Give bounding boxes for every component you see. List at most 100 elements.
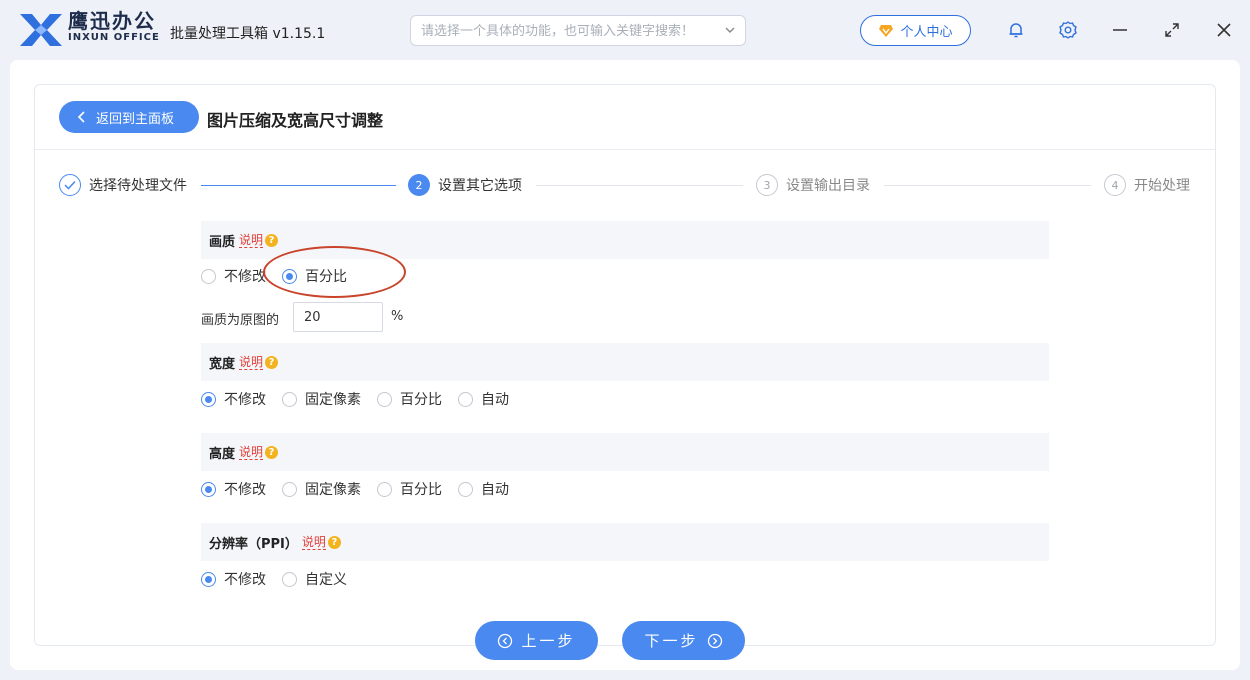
next-step-button[interactable]: 下一步 [622, 621, 745, 660]
radio-button-selected[interactable] [201, 481, 216, 497]
step-1: 选择待处理文件 [59, 174, 187, 196]
height-option-fixed-pixels[interactable]: 固定像素 [282, 479, 361, 499]
quality-unit: % [391, 309, 404, 324]
option-label: 固定像素 [305, 482, 361, 498]
user-center-button[interactable]: 个人中心 [860, 15, 971, 46]
radio-button[interactable] [458, 391, 473, 407]
height-options: 不修改 固定像素 百分比 自动 [201, 479, 525, 499]
step-3-number: 3 [756, 174, 778, 196]
height-option-auto[interactable]: 自动 [458, 479, 509, 499]
height-option-percent[interactable]: 百分比 [377, 479, 442, 499]
quality-heading: 画质 [209, 234, 236, 250]
check-icon [59, 174, 81, 196]
ppi-explain-link[interactable]: 说明 [301, 535, 326, 550]
width-option-unchanged[interactable]: 不修改 [201, 389, 266, 409]
radio-button-selected[interactable] [282, 268, 297, 284]
close-icon[interactable] [1214, 20, 1234, 40]
page-title: 图片压缩及宽高尺寸调整 [207, 111, 384, 130]
step-2: 2 设置其它选项 [408, 174, 522, 196]
quality-option-unchanged[interactable]: 不修改 [201, 266, 266, 286]
quality-options: 不修改 百分比 [201, 266, 363, 286]
step-3-label: 设置输出目录 [786, 178, 870, 194]
previous-step-label: 上一步 [521, 632, 576, 650]
radio-button[interactable] [282, 481, 297, 497]
quality-percent-input[interactable] [293, 302, 383, 332]
help-icon[interactable]: ? [265, 355, 279, 369]
brand: 鹰迅办公 INXUN OFFICE [68, 10, 160, 44]
minimize-icon[interactable] [1110, 20, 1130, 40]
step-connector [884, 185, 1091, 186]
back-to-dashboard-button[interactable]: 返回到主面板 [59, 101, 199, 133]
width-option-auto[interactable]: 自动 [458, 389, 509, 409]
height-section-header: 高度 说明 ? [201, 433, 1049, 471]
step-2-number: 2 [408, 174, 430, 196]
radio-button[interactable] [201, 268, 216, 284]
radio-button[interactable] [282, 571, 297, 587]
option-label: 百分比 [305, 269, 347, 285]
step-2-label: 设置其它选项 [438, 178, 522, 194]
app-title: 批量处理工具箱 v1.15.1 [170, 26, 326, 42]
step-4-label: 开始处理 [1134, 178, 1190, 194]
height-explain-link[interactable]: 说明 [239, 445, 264, 460]
diamond-icon [879, 24, 894, 37]
divider [35, 149, 1215, 150]
option-label: 自动 [481, 392, 509, 408]
width-option-percent[interactable]: 百分比 [377, 389, 442, 409]
radio-button[interactable] [377, 391, 392, 407]
brand-name-en: INXUN OFFICE [68, 32, 160, 43]
step-1-label: 选择待处理文件 [89, 178, 187, 194]
width-option-fixed-pixels[interactable]: 固定像素 [282, 389, 361, 409]
user-center-label: 个人中心 [900, 25, 953, 40]
ppi-heading: 分辨率（PPI） [209, 536, 298, 552]
maximize-icon[interactable] [1162, 20, 1182, 40]
radio-button-selected[interactable] [201, 391, 216, 407]
radio-button[interactable] [458, 481, 473, 497]
step-connector [201, 185, 396, 186]
option-label: 不修改 [224, 392, 266, 408]
radio-button[interactable] [282, 391, 297, 407]
function-search[interactable] [410, 15, 746, 46]
step-4: 4 开始处理 [1104, 174, 1190, 196]
option-label: 百分比 [400, 482, 442, 498]
height-heading: 高度 [209, 446, 236, 462]
step-connector [536, 185, 743, 186]
ppi-section-header: 分辨率（PPI） 说明 ? [201, 523, 1049, 561]
title-bar: 鹰迅办公 INXUN OFFICE 批量处理工具箱 v1.15.1 个人中心 [0, 0, 1250, 60]
quality-option-percent[interactable]: 百分比 [282, 266, 347, 286]
quality-section-header: 画质 说明 ? [201, 221, 1049, 259]
ppi-option-unchanged[interactable]: 不修改 [201, 569, 266, 589]
chevron-left-icon [77, 111, 85, 123]
width-options: 不修改 固定像素 百分比 自动 [201, 389, 525, 409]
option-label: 自定义 [305, 572, 347, 588]
height-option-unchanged[interactable]: 不修改 [201, 479, 266, 499]
option-label: 不修改 [224, 572, 266, 588]
chevron-left-circle-icon [498, 633, 513, 648]
next-step-label: 下一步 [644, 632, 699, 650]
brand-name: 鹰迅办公 [68, 9, 156, 33]
quality-explain-link[interactable]: 说明 [239, 233, 264, 248]
width-section-header: 宽度 说明 ? [201, 343, 1049, 381]
radio-button[interactable] [377, 481, 392, 497]
width-explain-link[interactable]: 说明 [239, 355, 264, 370]
step-3: 3 设置输出目录 [756, 174, 870, 196]
help-icon[interactable]: ? [265, 233, 279, 247]
option-label: 不修改 [224, 269, 266, 285]
help-icon[interactable]: ? [265, 445, 279, 459]
previous-step-button[interactable]: 上一步 [475, 621, 598, 660]
ppi-option-custom[interactable]: 自定义 [282, 569, 347, 589]
bell-icon[interactable] [1006, 20, 1026, 40]
width-heading: 宽度 [209, 356, 236, 372]
option-label: 自动 [481, 482, 509, 498]
radio-button-selected[interactable] [201, 571, 216, 587]
help-icon[interactable]: ? [327, 535, 341, 549]
back-button-label: 返回到主面板 [96, 111, 175, 127]
option-label: 不修改 [224, 482, 266, 498]
option-label: 百分比 [400, 392, 442, 408]
chevron-down-icon[interactable] [724, 24, 736, 36]
option-label: 固定像素 [305, 392, 361, 408]
chevron-right-circle-icon [707, 633, 722, 648]
gear-icon[interactable] [1058, 20, 1078, 40]
inxun-logo-icon [20, 14, 62, 46]
search-input[interactable] [421, 20, 721, 42]
ppi-options: 不修改 自定义 [201, 569, 363, 589]
